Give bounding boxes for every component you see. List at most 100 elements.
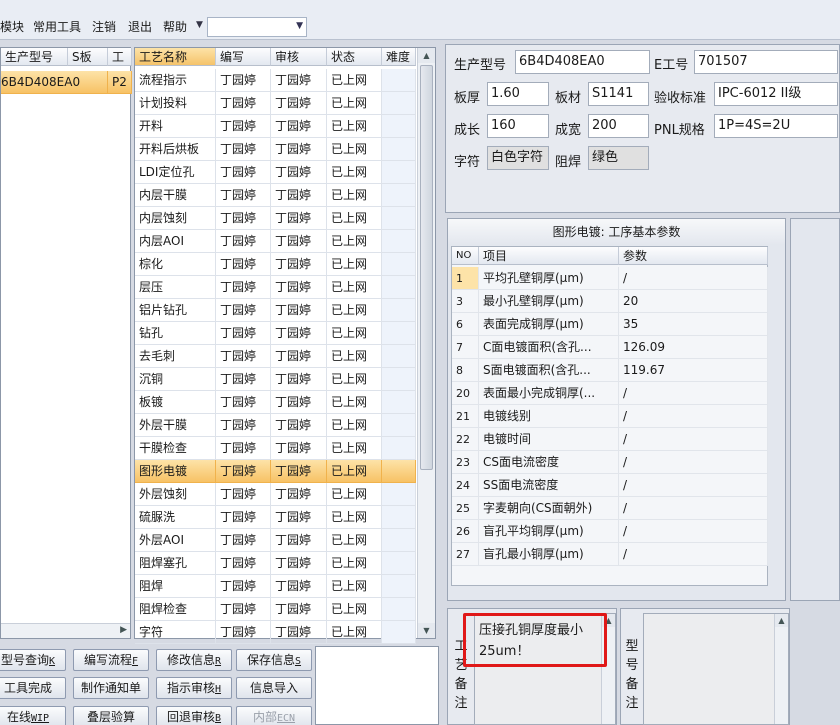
param-value-cell: / <box>619 428 768 451</box>
write-flow-button[interactable]: 编写流程F <box>73 649 149 671</box>
param-row[interactable]: 6 表面完成铜厚(μm) 35 <box>452 313 768 336</box>
model-row[interactable]: 6B4D408EA0 P2 <box>1 71 132 94</box>
mask-field[interactable]: 绿色 <box>588 146 649 170</box>
model-col-header[interactable]: 生产型号 <box>1 48 68 66</box>
param-row[interactable]: 24 SS面电流密度 / <box>452 474 768 497</box>
process-row[interactable]: 棕化 丁园婷 丁园婷 已上网 <box>135 253 417 276</box>
combo-chevron-down-icon[interactable]: ▼ <box>296 21 303 31</box>
menu-module[interactable]: 模块 <box>0 18 24 35</box>
param-row[interactable]: 21 电镀线别 / <box>452 405 768 428</box>
rollback-review-button[interactable]: 回退审核B <box>156 706 232 725</box>
model-field[interactable]: 6B4D408EA0 <box>515 50 650 74</box>
param-row[interactable]: 7 C面电镀面积(含孔... 126.09 <box>452 336 768 359</box>
scroll-right-icon[interactable]: ▶ <box>120 625 127 635</box>
param-value-cell: / <box>619 497 768 520</box>
col-header-reviewer[interactable]: 审核 <box>271 48 327 66</box>
process-row[interactable]: LDI定位孔 丁园婷 丁园婷 已上网 <box>135 161 417 184</box>
param-row[interactable]: 25 字麦朝向(CS面朝外) / <box>452 497 768 520</box>
info-import-button[interactable]: 信息导入 <box>236 677 312 699</box>
menu-common-tools[interactable]: 常用工具 <box>33 18 81 35</box>
process-row[interactable]: 层压 丁园婷 丁园婷 已上网 <box>135 276 417 299</box>
param-row[interactable]: 3 最小孔壁铜厚(μm) 20 <box>452 290 768 313</box>
save-info-button[interactable]: 保存信息S <box>236 649 312 671</box>
process-vscrollbar[interactable]: ▲ ▼ <box>417 48 435 638</box>
process-row[interactable]: 硫脲洗 丁园婷 丁园婷 已上网 <box>135 506 417 529</box>
pnl-field[interactable]: 1P=4S=2U <box>714 114 838 138</box>
process-row[interactable]: 内层蚀刻 丁园婷 丁园婷 已上网 <box>135 207 417 230</box>
process-row[interactable]: 阻焊检查 丁园婷 丁园婷 已上网 <box>135 598 417 621</box>
param-value-cell: / <box>619 474 768 497</box>
online-wip-button[interactable]: 在线WIP <box>0 706 66 725</box>
process-row[interactable]: 板镀 丁园婷 丁园婷 已上网 <box>135 391 417 414</box>
process-row[interactable]: 干膜检查 丁园婷 丁园婷 已上网 <box>135 437 417 460</box>
process-row[interactable]: 铝片钻孔 丁园婷 丁园婷 已上网 <box>135 299 417 322</box>
model-notes-memo[interactable]: ▲ <box>643 613 789 725</box>
model-notes-scroll-up-icon[interactable]: ▲ <box>775 614 788 627</box>
reviewer-cell: 丁园婷 <box>271 161 327 184</box>
process-row[interactable]: 外层AOI 丁园婷 丁园婷 已上网 <box>135 529 417 552</box>
param-row[interactable]: 8 S面电镀面积(含孔... 119.67 <box>452 359 768 382</box>
menu-logout[interactable]: 注销 <box>92 18 116 35</box>
process-row[interactable]: 阻焊塞孔 丁园婷 丁园婷 已上网 <box>135 552 417 575</box>
material-label: 板材 <box>555 91 582 106</box>
process-row[interactable]: 图形电镀 丁园婷 丁园婷 已上网 <box>135 460 417 483</box>
writer-cell: 丁园婷 <box>216 115 271 138</box>
menu-exit[interactable]: 退出 <box>128 18 152 35</box>
help-chevron-down-icon[interactable]: ▼ <box>196 20 203 30</box>
s-col-header[interactable]: S板 <box>68 48 108 66</box>
param-item-cell: 盲孔平均铜厚(μm) <box>479 520 619 543</box>
modify-info-button[interactable]: 修改信息R <box>156 649 232 671</box>
scroll-down-icon[interactable]: ▼ <box>418 623 435 638</box>
col-header-writer[interactable]: 编写 <box>216 48 271 66</box>
scroll-thumb[interactable] <box>420 65 433 470</box>
width-field[interactable]: 200 <box>588 114 649 138</box>
col-header-difficulty[interactable]: 难度 <box>382 48 416 66</box>
model-hscrollbar[interactable]: ▶ <box>1 623 130 638</box>
length-field[interactable]: 160 <box>487 114 549 138</box>
stack-check-button[interactable]: 叠层验算 <box>73 706 149 725</box>
menu-help[interactable]: 帮助 <box>163 18 187 35</box>
process-row[interactable]: 钻孔 丁园婷 丁园婷 已上网 <box>135 322 417 345</box>
process-row[interactable]: 阻焊 丁园婷 丁园婷 已上网 <box>135 575 417 598</box>
e-label: E工号 <box>654 58 689 73</box>
col-header-process-name[interactable]: 工艺名称 <box>135 48 216 66</box>
process-row[interactable]: 开料后烘板 丁园婷 丁园婷 已上网 <box>135 138 417 161</box>
material-field[interactable]: S1141 <box>588 82 649 106</box>
col-header-no[interactable]: NO <box>452 247 479 265</box>
col-header-status[interactable]: 状态 <box>327 48 382 66</box>
menu-combo-box[interactable]: ▼ <box>207 17 307 37</box>
param-row[interactable]: 22 电镀时间 / <box>452 428 768 451</box>
model-notes-vscrollbar[interactable]: ▲ <box>774 614 788 724</box>
process-row[interactable]: 流程指示 丁园婷 丁园婷 已上网 <box>135 69 417 92</box>
process-row[interactable]: 计划投料 丁园婷 丁园婷 已上网 <box>135 92 417 115</box>
process-row[interactable]: 外层干膜 丁园婷 丁园婷 已上网 <box>135 414 417 437</box>
process-row[interactable]: 内层干膜 丁园婷 丁园婷 已上网 <box>135 184 417 207</box>
param-row[interactable]: 23 CS面电流密度 / <box>452 451 768 474</box>
info-panel: 生产型号 6B4D408EA0 E工号 701507 板厚 1.60 板材 S1… <box>445 44 840 213</box>
t-col-header[interactable]: 工 <box>108 48 132 66</box>
internal-ecn-button[interactable]: 内部ECN <box>236 706 312 725</box>
thickness-field[interactable]: 1.60 <box>487 82 549 106</box>
standard-field[interactable]: IPC-6012 II级 <box>714 82 838 106</box>
process-row[interactable]: 沉铜 丁园婷 丁园婷 已上网 <box>135 368 417 391</box>
param-row[interactable]: 20 表面最小完成铜厚(... / <box>452 382 768 405</box>
process-row[interactable]: 外层蚀刻 丁园婷 丁园婷 已上网 <box>135 483 417 506</box>
param-row[interactable]: 26 盲孔平均铜厚(μm) / <box>452 520 768 543</box>
make-notice-button[interactable]: 制作通知单 <box>73 677 149 699</box>
param-row[interactable]: 27 盲孔最小铜厚(μm) / <box>452 543 768 566</box>
process-row[interactable]: 字符 丁园婷 丁园婷 已上网 <box>135 621 417 644</box>
e-field[interactable]: 701507 <box>694 50 838 74</box>
process-row[interactable]: 开料 丁园婷 丁园婷 已上网 <box>135 115 417 138</box>
scroll-up-icon[interactable]: ▲ <box>418 48 435 63</box>
col-header-value[interactable]: 参数 <box>619 247 768 265</box>
process-row[interactable]: 内层AOI 丁园婷 丁园婷 已上网 <box>135 230 417 253</box>
instruction-review-button[interactable]: 指示审核H <box>156 677 232 699</box>
button-label: 修改信息 <box>166 653 215 667</box>
tool-complete-button[interactable]: 工具完成 <box>0 677 66 699</box>
col-header-item[interactable]: 项目 <box>479 247 619 265</box>
model-query-button[interactable]: 型号查询K <box>0 649 66 671</box>
char-field[interactable]: 白色字符 <box>487 146 549 170</box>
param-row[interactable]: 1 平均孔壁铜厚(μm) / <box>452 267 768 290</box>
process-row[interactable]: 去毛刺 丁园婷 丁园婷 已上网 <box>135 345 417 368</box>
status-cell: 已上网 <box>327 299 382 322</box>
